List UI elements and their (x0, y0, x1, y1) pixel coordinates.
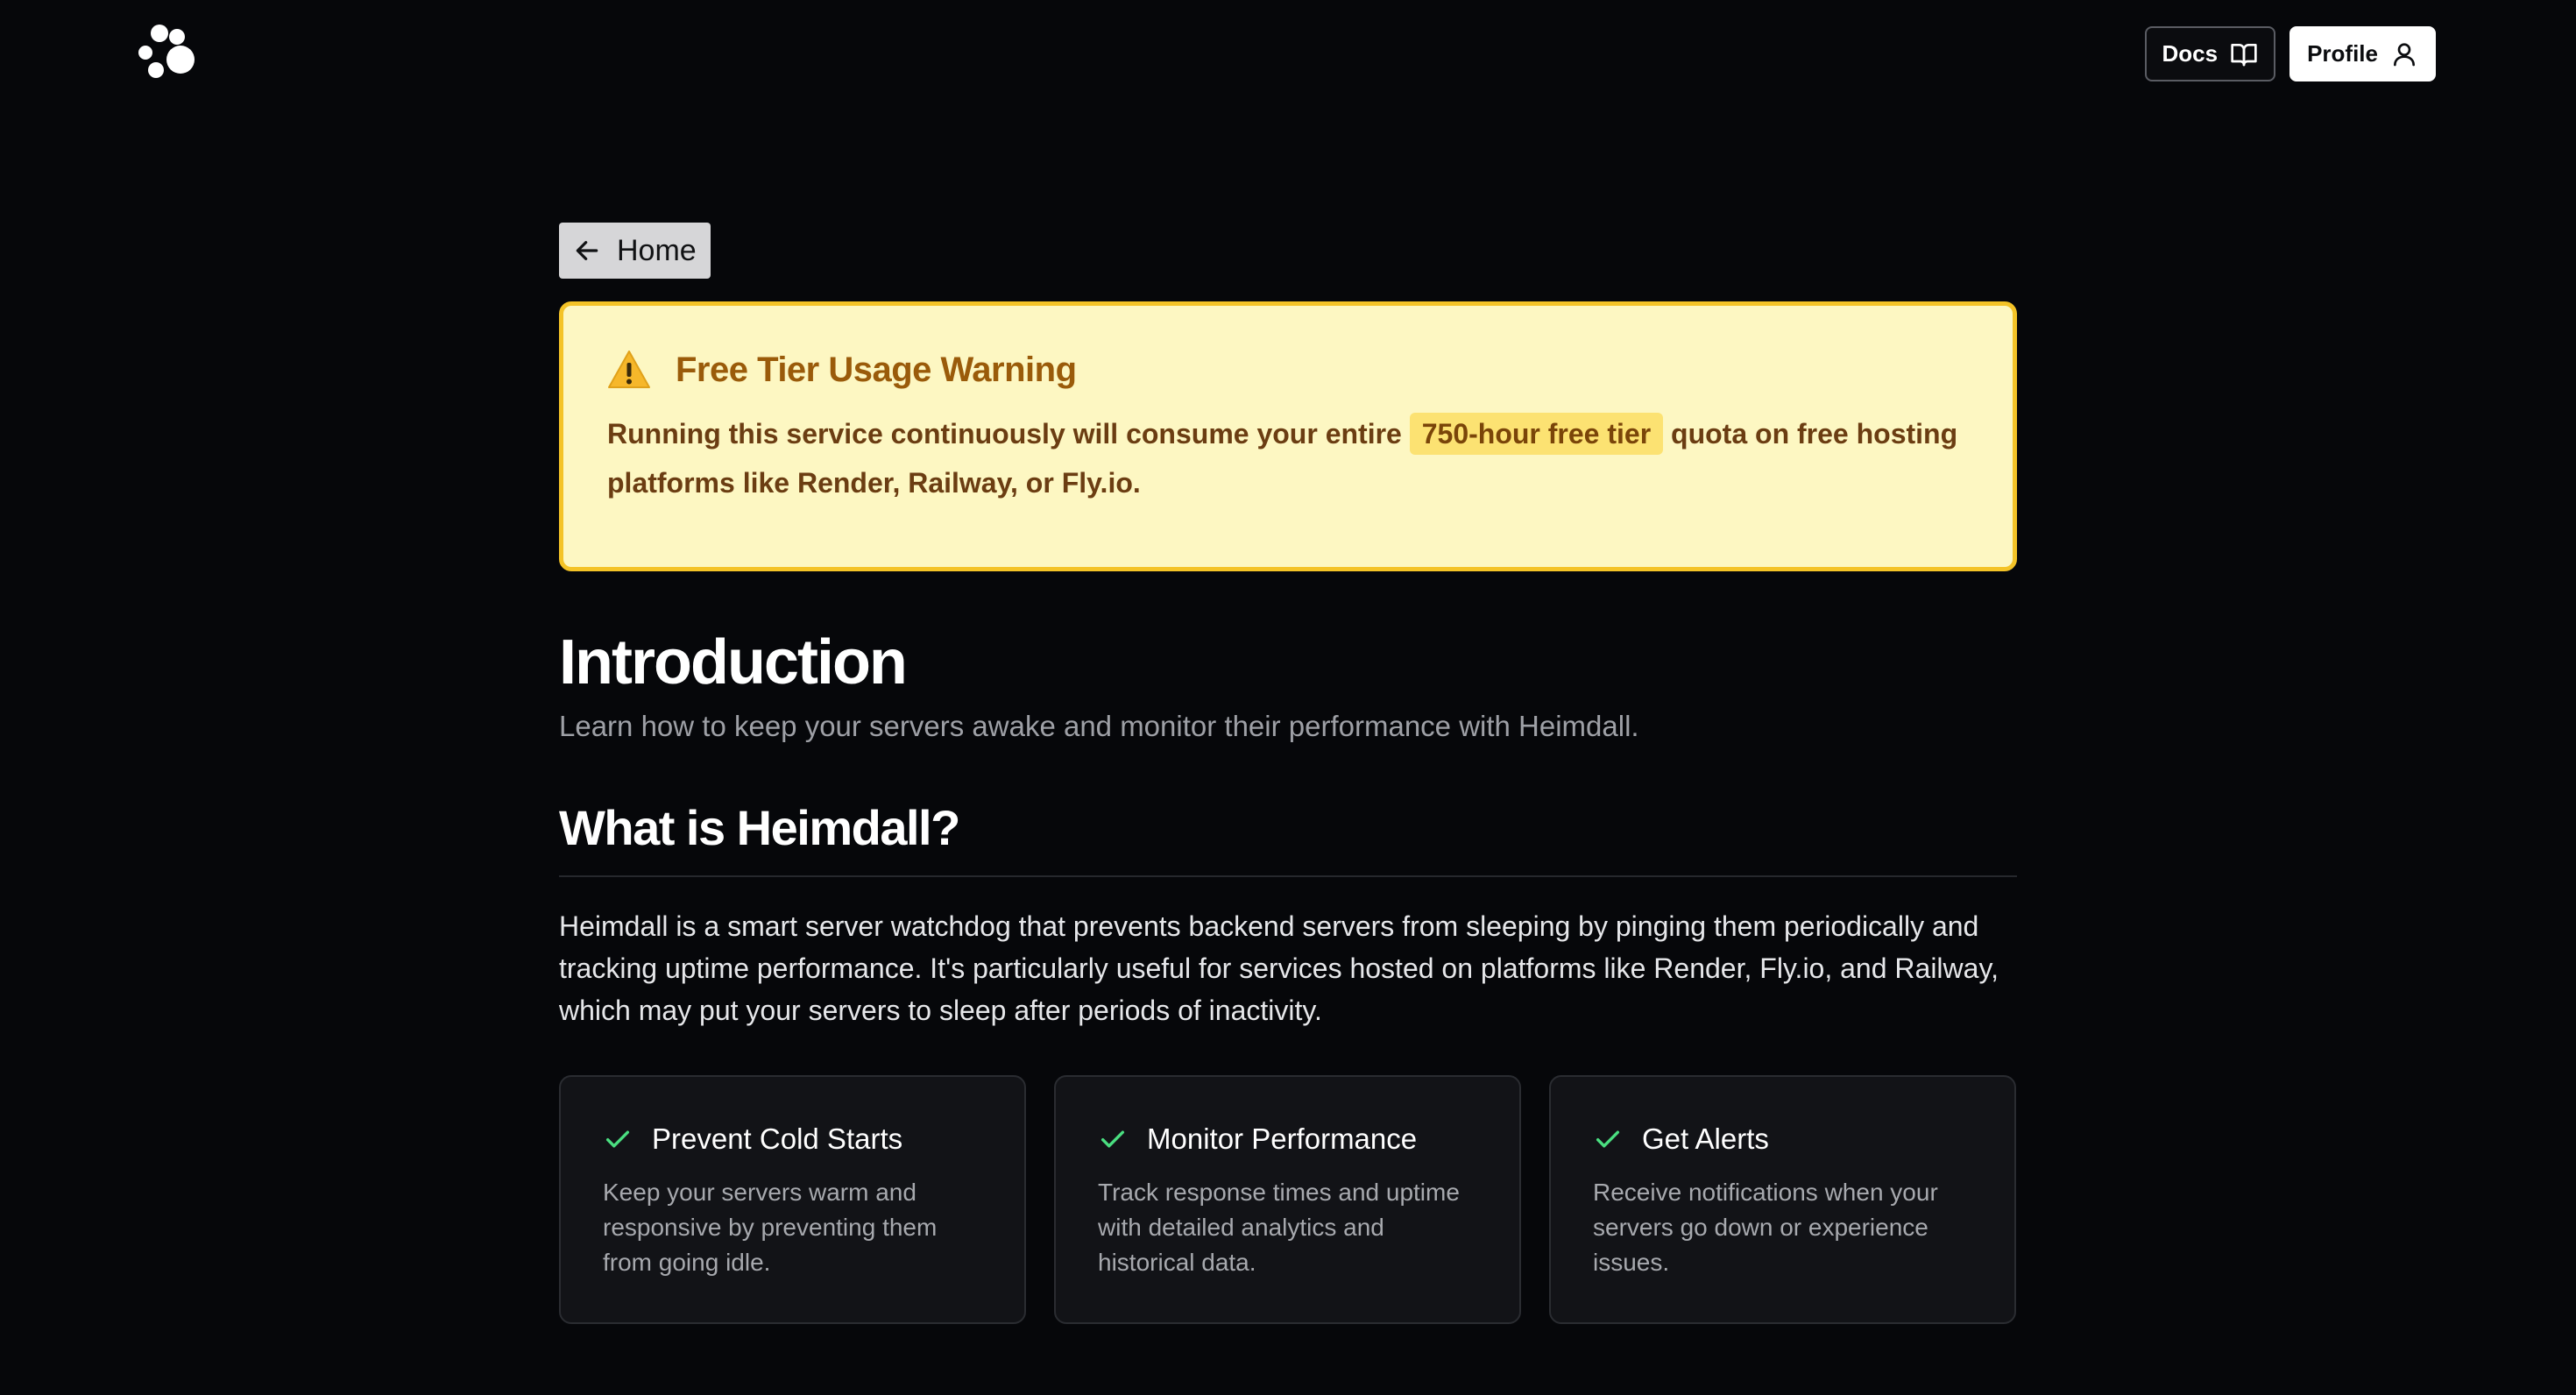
arrow-left-icon (576, 241, 598, 260)
feature-card-title: Prevent Cold Starts (652, 1122, 903, 1155)
book-open-icon (2231, 43, 2257, 66)
feature-cards: Prevent Cold Starts Keep your servers wa… (559, 1075, 2017, 1324)
warning-title: Free Tier Usage Warning (676, 350, 1077, 389)
page-title: Introduction (559, 627, 908, 698)
warning-triangle-icon (608, 351, 650, 388)
docs-label: Docs (2162, 40, 2219, 67)
docs-button[interactable]: Docs (2144, 26, 2276, 81)
feature-card-title-row: Get Alerts (1593, 1122, 1972, 1156)
feature-card-title-row: Monitor Performance (1098, 1122, 1477, 1156)
feature-card: Prevent Cold Starts Keep your servers wa… (559, 1075, 1026, 1324)
check-icon (1100, 1130, 1125, 1148)
feature-card-title: Monitor Performance (1147, 1122, 1418, 1155)
check-icon (1596, 1130, 1620, 1148)
main-content: Home Free Tier Usage Warning Running thi… (559, 223, 2017, 1324)
warning-highlight: 750-hour free tier (1409, 413, 1664, 455)
paw-dots-icon[interactable] (137, 23, 200, 81)
home-label: Home (617, 233, 697, 267)
feature-card-title-row: Prevent Cold Starts (603, 1122, 982, 1156)
warning-text: Running this service continuously will c… (607, 409, 1969, 507)
page-subtitle: Learn how to keep your servers awake and… (559, 710, 1639, 742)
section-description: Heimdall is a smart server watchdog that… (559, 910, 1999, 1026)
check-icon (605, 1130, 630, 1148)
profile-label: Profile (2307, 40, 2378, 67)
feature-card-description: Track response times and uptime with det… (1098, 1179, 1460, 1276)
section-heading-what: What is Heimdall? (559, 799, 2017, 877)
feature-card: Get Alerts Receive notifications when yo… (1549, 1075, 2016, 1324)
profile-button[interactable]: Profile (2289, 26, 2436, 81)
free-tier-warning: Free Tier Usage Warning Running this ser… (559, 301, 2017, 571)
home-button[interactable]: Home (559, 223, 711, 279)
feature-card: Monitor Performance Track response times… (1054, 1075, 1521, 1324)
header-actions: Docs Profile (2144, 26, 2436, 81)
feature-card-title: Get Alerts (1642, 1122, 1769, 1155)
warning-text-before: Running this service continuously will c… (607, 418, 1410, 450)
top-header: Docs Profile (0, 0, 2576, 109)
user-icon (2394, 42, 2415, 66)
warning-title-row: Free Tier Usage Warning (607, 350, 1969, 390)
feature-card-description: Keep your servers warm and responsive by… (603, 1179, 938, 1276)
feature-card-description: Receive notifications when your servers … (1593, 1179, 1938, 1276)
